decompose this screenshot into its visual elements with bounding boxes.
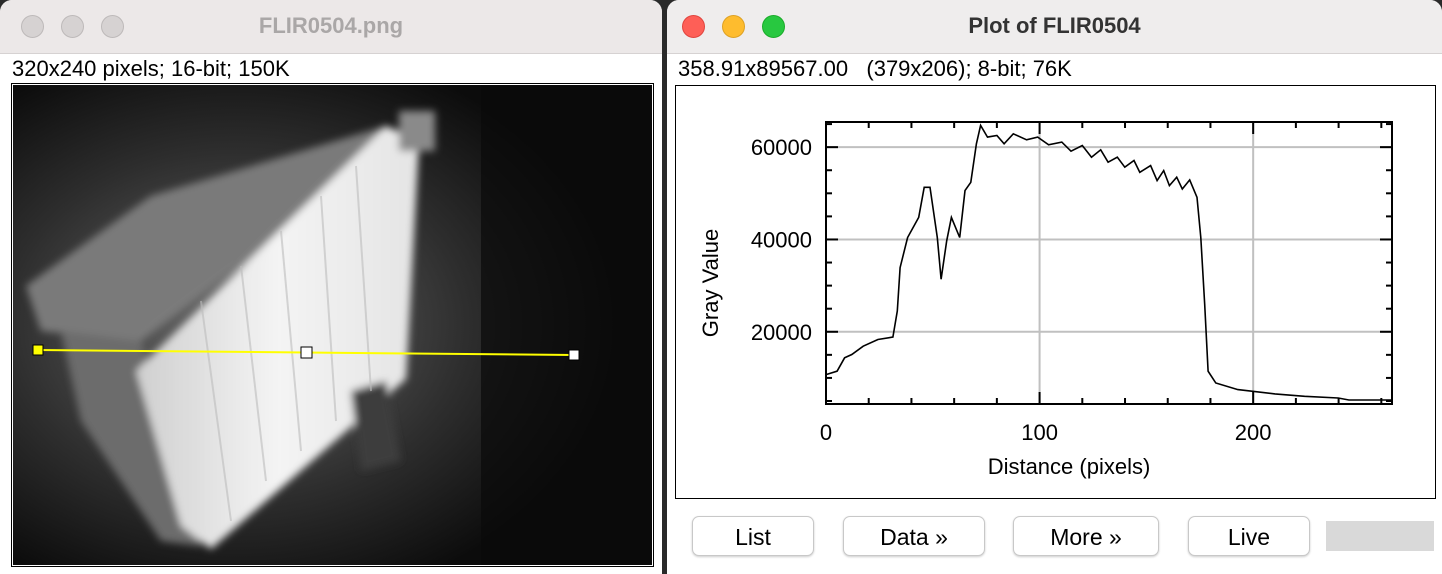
window-title: Plot of FLIR0504: [968, 13, 1141, 38]
x-tick-label: 200: [1235, 420, 1272, 445]
x-axis-label: Distance (pixels): [988, 454, 1151, 479]
y-tick-label: 20000: [751, 320, 812, 345]
roi-mid-handle[interactable]: [300, 346, 313, 359]
x-tick-label: 0: [820, 420, 832, 445]
live-button[interactable]: Live: [1188, 516, 1310, 556]
y-axis-label: Gray Value: [698, 229, 723, 337]
window-title: FLIR0504.png: [258, 13, 404, 38]
roi-end-handle[interactable]: [568, 349, 580, 361]
plot-window: Plot of FLIR0504 358.91x89567.00 (379x20…: [667, 0, 1442, 574]
roi-start-handle[interactable]: [32, 344, 44, 356]
more-button[interactable]: More »: [1013, 516, 1159, 556]
x-tick-label: 100: [1021, 420, 1058, 445]
plot-window-titlebar[interactable]: Plot of FLIR0504: [667, 0, 1442, 54]
y-tick-label: 60000: [751, 135, 812, 160]
y-tick-label: 40000: [751, 227, 812, 252]
status-field: [1326, 521, 1434, 551]
image-window: FLIR0504.png 320x240 pixels; 16-bit; 150…: [0, 0, 662, 574]
list-button[interactable]: List: [692, 516, 814, 556]
series-line-profile: [825, 123, 1392, 401]
plot-panel: 0 100 200 20000 40000 60000 Distance (pixels) G…: [675, 85, 1436, 499]
image-window-titlebar[interactable]: FLIR0504.png: [0, 0, 662, 54]
data-button[interactable]: Data »: [843, 516, 985, 556]
thermal-image-canvas[interactable]: [13, 85, 652, 565]
profile-plot[interactable]: 0 100 200 20000 40000 60000 Distance (pixels) G…: [676, 86, 1435, 498]
plot-info: 358.91x89567.00 (379x206); 8-bit; 76K: [678, 56, 1072, 81]
plot-frame: [825, 121, 1393, 405]
image-info: 320x240 pixels; 16-bit; 150K: [12, 56, 290, 81]
image-canvas-frame: [11, 83, 654, 567]
